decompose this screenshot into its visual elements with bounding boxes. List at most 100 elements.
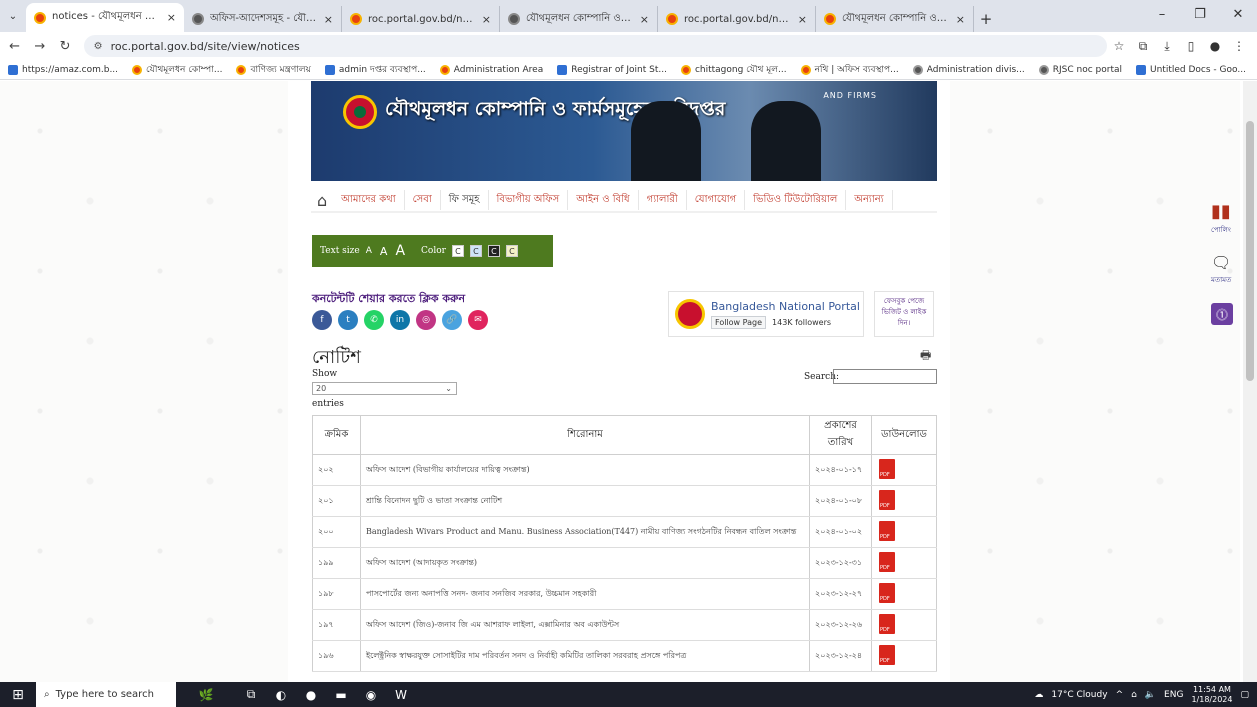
color-option-dark[interactable]: C <box>487 245 500 257</box>
edge-icon[interactable]: ◐ <box>266 682 296 707</box>
close-window-icon[interactable]: ✕ <box>1219 0 1257 28</box>
scrollbar-thumb[interactable] <box>1246 121 1254 381</box>
file-explorer-icon[interactable]: ▬ <box>326 682 356 707</box>
facebook-icon[interactable]: f <box>312 310 332 330</box>
search-input[interactable] <box>833 369 937 384</box>
row-title[interactable]: অফিস আদেশ (বিভাগীয় কার্যালয়ের দায়িত্ব… <box>360 454 810 486</box>
color-option-white[interactable]: C <box>451 245 464 257</box>
browser-tab-active[interactable]: notices - যৌথমূলধন কোম্পানি ও × <box>26 3 184 32</box>
bookmark-item[interactable]: RJSC noc portal <box>1038 64 1122 75</box>
menu-item[interactable]: সেবা <box>405 190 441 210</box>
menu-item[interactable]: যোগাযোগ <box>687 190 746 210</box>
tray-chevron-icon[interactable]: ^ <box>1116 690 1124 700</box>
close-icon[interactable]: × <box>640 13 649 26</box>
text-size-small-button[interactable]: A <box>366 246 372 256</box>
windows-start-icon[interactable]: ⊞ <box>0 682 36 707</box>
bookmark-item[interactable]: admin দপ্তর ব্যবস্থাপ... <box>324 62 426 77</box>
row-title[interactable]: পাসপোর্টের জন্য অনাপত্তি সনদ- জনাব সনজিব… <box>360 578 810 610</box>
bookmark-star-icon[interactable]: ☆ <box>1107 35 1131 57</box>
reload-icon[interactable]: ↻ <box>54 35 75 57</box>
row-title[interactable]: অফিস আদেশ (জিও)-জনাব জি এম আশরাফ লাইলা, … <box>360 609 810 641</box>
bookmark-item[interactable]: Untitled Docs - Goo... <box>1136 64 1246 75</box>
sidepanel-icon[interactable]: ▯ <box>1179 35 1203 57</box>
back-arrow-icon[interactable]: ← <box>4 35 25 57</box>
bookmark-item[interactable]: বাণিজ্য মন্ত্রণালয় <box>236 62 311 77</box>
column-header-download[interactable]: ডাউনলোড <box>871 415 937 455</box>
network-icon[interactable]: ⌂ <box>1131 690 1137 700</box>
clock[interactable]: 11:54 AM 1/18/2024 <box>1191 685 1232 705</box>
facebook-visit-note[interactable]: ফেসবুক পেজে ভিজিট ও লাইক দিন। <box>874 291 934 337</box>
url-bar[interactable]: ⚙ roc.portal.gov.bd/site/view/notices <box>83 35 1107 57</box>
browser-tab[interactable]: যৌথমূলধন কোম্পানি ও ফার্মসমূ × <box>816 6 974 32</box>
minimize-icon[interactable]: – <box>1143 0 1181 28</box>
menu-item[interactable]: আইন ও বিধি <box>568 190 639 210</box>
new-tab-button[interactable]: + <box>974 6 998 32</box>
taskbar-search[interactable]: ⌕ Type here to search <box>36 682 176 707</box>
close-icon[interactable]: × <box>324 13 333 26</box>
row-title[interactable]: ইলেক্ট্রনিক স্বাক্ষরযুক্ত সোসাইটির দাম প… <box>360 640 810 672</box>
twitter-icon[interactable]: t <box>338 310 358 330</box>
close-icon[interactable]: × <box>956 13 965 26</box>
messenger-icon[interactable]: ✉ <box>468 310 488 330</box>
pdf-icon[interactable] <box>879 552 896 572</box>
close-icon[interactable]: × <box>798 13 807 26</box>
color-option-blue[interactable]: C <box>469 245 482 257</box>
firefox-icon[interactable]: ● <box>296 682 326 707</box>
news-widget-icon[interactable]: 🌿 <box>176 682 236 707</box>
menu-item[interactable]: গ্যালারী <box>639 190 687 210</box>
browser-tab[interactable]: যৌথমূলধন কোম্পানি ও ফার্মসমূ × <box>500 6 658 32</box>
bookmark-item[interactable]: যৌথমূলধন কোম্পা... <box>132 62 222 77</box>
pdf-icon[interactable] <box>879 459 896 479</box>
notification-icon[interactable]: ▢ <box>1240 690 1249 700</box>
column-header-date[interactable]: প্রকাশের তারিখ <box>809 415 873 455</box>
home-icon[interactable]: ⌂ <box>317 191 327 210</box>
bookmark-item[interactable]: chittagong যৌথ মূল... <box>680 62 787 77</box>
column-header-serial[interactable]: ক্রমিক <box>312 415 361 455</box>
column-header-title[interactable]: শিরোনাম <box>359 415 811 455</box>
bookmark-item[interactable]: Administration divis... <box>912 64 1025 75</box>
language-indicator[interactable]: ENG <box>1164 690 1183 700</box>
volume-icon[interactable]: 🔈 <box>1145 690 1156 700</box>
bookmark-item[interactable]: নথি | অফিস ব্যবস্থাপ... <box>800 62 899 77</box>
browser-tab[interactable]: অফিস-আদেশসমূহ - যৌথমূলধ × <box>184 6 342 32</box>
menu-item[interactable]: বিভাগীয় অফিস <box>489 190 569 210</box>
word-icon[interactable]: W <box>386 682 416 707</box>
row-title[interactable]: অফিস আদেশ (আদায়কৃত সংক্রান্ত) <box>360 547 810 579</box>
pdf-icon[interactable] <box>879 521 896 541</box>
download-icon[interactable]: ⤓ <box>1155 35 1179 57</box>
close-icon[interactable]: × <box>482 13 491 26</box>
menu-item[interactable]: অন্যান্য <box>846 190 893 210</box>
pdf-icon[interactable] <box>879 583 896 603</box>
feedback-widget[interactable]: 🗨 মতামত <box>1211 253 1231 286</box>
bookmark-item[interactable]: Registrar of Joint St... <box>557 64 667 75</box>
text-size-medium-button[interactable]: A <box>380 245 388 258</box>
forward-arrow-icon[interactable]: → <box>29 35 50 57</box>
viber-icon[interactable]: ◎ <box>416 310 436 330</box>
browser-tab[interactable]: roc.portal.gov.bd/npfadmin/pu × <box>658 6 816 32</box>
bookmark-item[interactable]: Administration Area <box>439 64 543 75</box>
task-view-icon[interactable]: ⧉ <box>236 682 266 707</box>
text-size-large-button[interactable]: A <box>395 243 405 259</box>
print-icon[interactable]: 🖶 <box>920 346 931 367</box>
close-icon[interactable]: × <box>167 11 176 24</box>
row-title[interactable]: শ্রান্তি বিনোদন ছুটি ও ভাতা সংক্রান্ত নো… <box>360 485 810 517</box>
tab-search-button[interactable]: ⌄ <box>0 3 26 29</box>
pdf-icon[interactable] <box>879 645 896 665</box>
extensions-icon[interactable]: ⧉ <box>1131 35 1155 57</box>
pdf-icon[interactable] <box>879 614 896 634</box>
link-icon[interactable]: 🔗 <box>442 310 462 330</box>
site-info-icon[interactable]: ⚙ <box>94 41 103 52</box>
poll-widget[interactable]: ▮▮ পোলিং <box>1211 201 1231 236</box>
menu-item[interactable]: ভিডিও টিউটোরিয়াল <box>745 190 847 210</box>
menu-item[interactable]: ফি সমূহ <box>441 190 489 210</box>
whatsapp-icon[interactable]: ✆ <box>364 310 384 330</box>
weather-text[interactable]: 17°C Cloudy <box>1051 690 1107 700</box>
profile-avatar-icon[interactable]: ● <box>1203 35 1227 57</box>
browser-tab[interactable]: roc.portal.gov.bd/npfadmin/pu × <box>342 6 500 32</box>
pdf-icon[interactable] <box>879 490 896 510</box>
color-option-yellow[interactable]: C <box>505 245 518 257</box>
page-size-select[interactable]: 20 ⌄ <box>312 382 457 395</box>
menu-item[interactable]: আমাদের কথা <box>333 190 405 210</box>
menu-kebab-icon[interactable]: ⋮ <box>1227 35 1251 57</box>
linkedin-icon[interactable]: in <box>390 310 410 330</box>
